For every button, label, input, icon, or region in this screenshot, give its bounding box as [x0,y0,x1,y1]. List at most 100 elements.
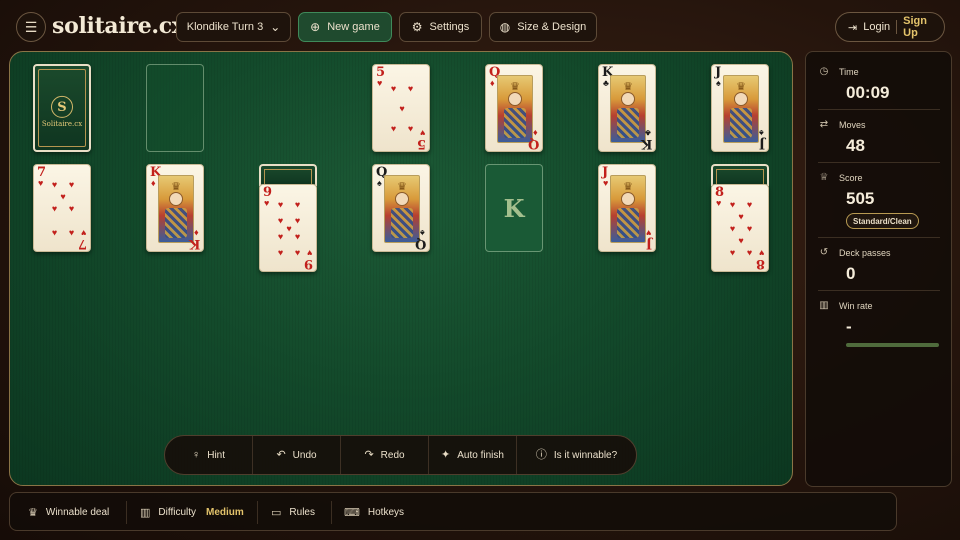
settings-button[interactable]: ⚙ Settings [399,12,482,42]
card-rank-bottom: J [758,136,765,151]
playing-card[interactable]: 8 ♥ ♥ ♥ ♥ ♥ ♥ ♥ ♥ ♥ 8 ♥ [711,184,769,272]
card-suit-icon: ♥ [645,228,651,238]
score-label: Score [839,172,863,183]
suit-pip-icon: ♥ [399,103,405,114]
playing-card[interactable]: 5 ♥ ♥ ♥ ♥ ♥ ♥ 5 ♥ [372,64,430,152]
figure-head [169,192,183,206]
menu-button[interactable]: ☰ [16,12,46,42]
suit-pip-icon: ♥ [407,123,414,134]
hotkeys-item[interactable]: ⌨ Hotkeys [344,493,404,532]
win-rate-value: - [846,317,852,336]
hint-button[interactable]: ♀ Hint [165,436,253,474]
auto-finish-button[interactable]: ✦ Auto finish [429,436,517,474]
login-link[interactable]: Login [863,21,890,33]
size-design-label: Size & Design [517,21,587,33]
repeat-icon: ⇄ [819,119,829,130]
card-suit-icon: ♥ [716,198,722,208]
suit-pip-icon: ♥ [729,247,736,258]
undo-label: Undo [292,449,317,461]
stock-pile[interactable]: S Solitaire.cx [33,64,91,152]
card-rank-bottom: 7 [77,236,87,251]
top-bar: ☰ solitaire.cx Klondike Turn 3 ⌄ ⊕ New g… [0,0,960,52]
face-card-art: ♛ [158,175,194,243]
divider [818,237,940,238]
suit-pip-icon: ♥ [51,227,58,238]
card-suit-icon: ♠ [716,78,721,88]
book-icon: ▭ [271,507,282,519]
card-back-text: Solitaire.cx [41,120,83,128]
card-suit-icon: ♥ [603,178,609,188]
bar-chart-icon: ▥ [140,507,151,519]
card-suit-icon: ♣ [645,128,651,138]
card-pips: ♥ ♥ ♥ ♥ ♥ ♥ ♥ ♥ [724,195,758,263]
stat-time: ◷ Time 00:09 [818,66,940,103]
signup-link[interactable]: Sign Up [903,15,944,39]
winnable-deal-label: Winnable deal [45,507,110,518]
playing-card[interactable]: 9 ♥ ♥ ♥ ♥ ♥ ♥ ♥ ♥ ♥ ♥ 9 ♥ [259,184,317,272]
suit-pip-icon: ♥ [729,199,736,210]
redo-button[interactable]: ↷ Redo [341,436,429,474]
playing-card[interactable]: J ♠ ♛ J ♠ [711,64,769,152]
winnable-check-label: Is it winnable? [553,449,618,461]
card-suit-icon: ♠ [377,178,382,188]
login-icon: ⇥ [848,21,858,34]
action-bar: ♀ Hint ↶ Undo ↷ Redo ✦ Auto finish ⓘ Is … [164,435,637,475]
winnable-check-button[interactable]: ⓘ Is it winnable? [517,436,636,474]
card-suit-icon: ♥ [38,178,44,188]
size-design-button[interactable]: ◍ Size & Design [489,12,597,42]
card-rank-bottom: Q [414,236,426,251]
figure-robe [504,108,526,138]
card-pips: ♥ ♥ ♥ ♥ ♥ ♥ ♥ [46,175,80,243]
figure-robe [617,208,639,238]
brand-logo: solitaire.cx [52,13,185,39]
card-rank-bottom: K [188,236,200,251]
empty-tableau-slot[interactable]: K [485,164,543,252]
figure-robe [730,108,752,138]
face-card-art: ♛ [610,75,646,143]
card-suit-icon: ♥ [758,248,764,258]
card-rank-bottom: 9 [303,256,313,271]
waste-slot[interactable] [146,64,204,152]
winnable-deal-item[interactable]: ♛ Winnable deal [28,493,109,532]
auth-divider [896,20,898,34]
redo-label: Redo [380,449,405,461]
divider [257,501,258,524]
stat-deck-passes: ↺ Deck passes 0 [818,247,940,284]
rules-item[interactable]: ▭ Rules [271,493,315,532]
playing-card[interactable]: Q ♦ ♛ Q ♦ [485,64,543,152]
stats-panel: ◷ Time 00:09 ⇄ Moves 48 ♕ Score 505 Standar… [805,51,952,487]
hamburger-icon: ☰ [24,18,38,35]
suit-pip-icon: ♥ [294,231,301,242]
undo-icon: ↶ [276,448,286,461]
chevron-down-icon: ⌄ [270,20,281,34]
face-card-art: ♛ [610,175,646,243]
undo-button[interactable]: ↶ Undo [253,436,341,474]
suit-pip-icon: ♥ [68,179,75,190]
card-rank-bottom: 5 [416,136,426,151]
playing-card[interactable]: K ♣ ♛ K ♣ [598,64,656,152]
card-suit-icon: ♥ [80,228,86,238]
suit-pip-icon: ♥ [51,179,58,190]
variant-label: Klondike Turn 3 [186,21,264,33]
card-back-logo: S [51,95,73,118]
playing-card[interactable]: K ♦ ♛ K ♦ [146,164,204,252]
hotkeys-label: Hotkeys [367,507,405,518]
difficulty-item[interactable]: ▥ Difficulty Medium [140,493,244,532]
rotate-icon: ↺ [819,247,829,258]
face-card-art: ♛ [497,75,533,143]
win-rate-bar [846,343,939,347]
playing-card[interactable]: J ♥ ♛ J ♥ [598,164,656,252]
playing-card[interactable]: Q ♠ ♛ Q ♠ [372,164,430,252]
hint-label: Hint [207,449,226,461]
card-suit-icon: ♦ [151,178,156,188]
suit-pip-icon: ♥ [294,247,301,258]
suit-pip-icon: ♥ [294,215,301,226]
playing-card[interactable]: 7 ♥ ♥ ♥ ♥ ♥ ♥ ♥ ♥ 7 ♥ [33,164,91,252]
new-game-button[interactable]: ⊕ New game [298,12,392,42]
win-rate-bar-fill [846,343,939,347]
card-rank-bottom: 8 [755,256,765,271]
moves-label: Moves [839,119,866,130]
card-rank-bottom: Q [527,136,539,151]
divider [126,501,127,524]
variant-select[interactable]: Klondike Turn 3 ⌄ [176,12,291,42]
